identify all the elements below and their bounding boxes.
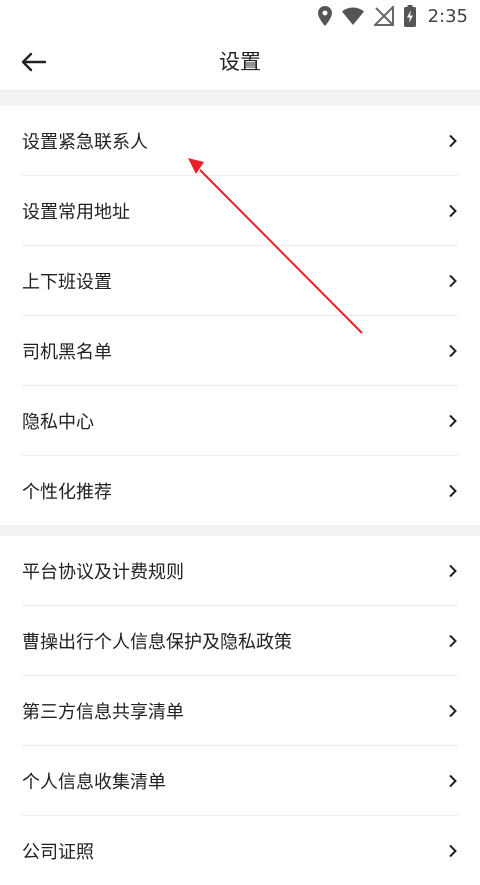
status-time: 2:35 [427, 5, 468, 27]
menu-item-third-party-sharing[interactable]: 第三方信息共享清单 [22, 676, 458, 746]
chevron-right-icon [442, 634, 458, 648]
chevron-right-icon [442, 414, 458, 428]
menu-item-label: 第三方信息共享清单 [22, 701, 184, 723]
menu-item-label: 设置常用地址 [22, 201, 130, 223]
menu-item-platform-agreement[interactable]: 平台协议及计费规则 [22, 536, 458, 606]
menu-item-label: 曹操出行个人信息保护及隐私政策 [22, 631, 292, 653]
menu-item-personalized-recommendation[interactable]: 个性化推荐 [22, 456, 458, 525]
back-button[interactable] [18, 46, 50, 78]
battery-charging-icon [403, 5, 416, 27]
menu-item-privacy-center[interactable]: 隐私中心 [22, 386, 458, 456]
menu-item-privacy-policy[interactable]: 曹操出行个人信息保护及隐私政策 [22, 606, 458, 676]
settings-group-legal: 平台协议及计费规则 曹操出行个人信息保护及隐私政策 第三方信息共享清单 个人信息… [0, 536, 480, 885]
menu-item-label: 平台协议及计费规则 [22, 561, 184, 583]
chevron-right-icon [442, 344, 458, 358]
menu-item-info-collection[interactable]: 个人信息收集清单 [22, 746, 458, 816]
menu-item-label: 上下班设置 [22, 271, 112, 293]
app-header: 设置 [0, 32, 480, 90]
menu-item-commute-settings[interactable]: 上下班设置 [22, 246, 458, 316]
chevron-right-icon [442, 204, 458, 218]
section-gap [0, 525, 480, 536]
chevron-right-icon [442, 134, 458, 148]
chevron-right-icon [442, 564, 458, 578]
menu-item-label: 隐私中心 [22, 411, 94, 433]
chevron-right-icon [442, 274, 458, 288]
chevron-right-icon [442, 484, 458, 498]
menu-item-driver-blacklist[interactable]: 司机黑名单 [22, 316, 458, 386]
chevron-right-icon [442, 704, 458, 718]
menu-item-company-license[interactable]: 公司证照 [22, 816, 458, 885]
status-bar: 2:35 [0, 0, 480, 32]
menu-item-common-address[interactable]: 设置常用地址 [22, 176, 458, 246]
no-signal-icon [373, 6, 394, 26]
menu-item-label: 设置紧急联系人 [22, 131, 148, 153]
menu-item-label: 个性化推荐 [22, 481, 112, 503]
settings-group-personal: 设置紧急联系人 设置常用地址 上下班设置 司机黑名单 隐私中心 个性化推荐 [0, 106, 480, 525]
chevron-right-icon [442, 844, 458, 858]
wifi-icon [341, 7, 364, 25]
page-title: 设置 [219, 50, 261, 74]
menu-item-label: 司机黑名单 [22, 341, 112, 363]
location-icon [317, 6, 332, 26]
chevron-right-icon [442, 774, 458, 788]
arrow-left-icon [21, 52, 47, 72]
section-spacer [0, 90, 480, 106]
menu-item-emergency-contact[interactable]: 设置紧急联系人 [22, 106, 458, 176]
menu-item-label: 公司证照 [22, 841, 94, 863]
menu-item-label: 个人信息收集清单 [22, 771, 166, 793]
